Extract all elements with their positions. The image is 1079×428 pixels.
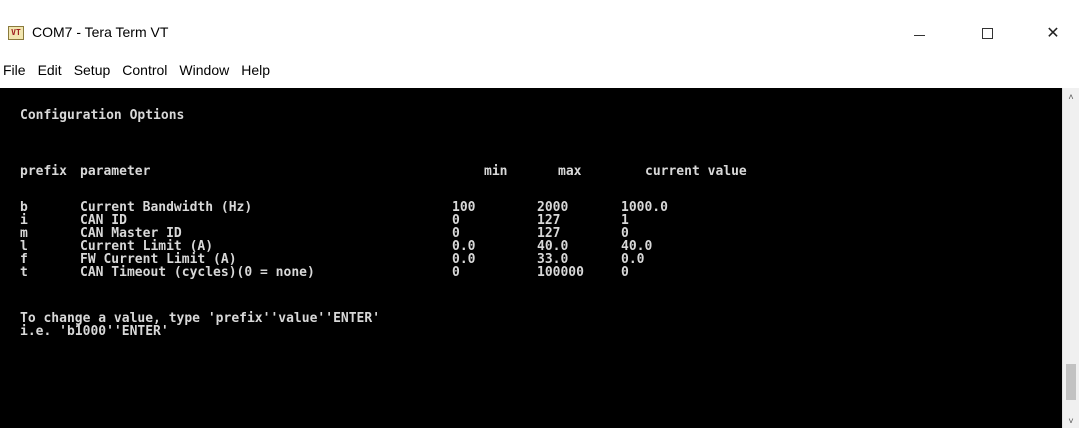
terminal-screen[interactable]: Configuration Options prefix parameter m…: [0, 88, 1062, 428]
window-title: COM7 - Tera Term VT: [32, 24, 169, 40]
menu-bar: File Edit Setup Control Window Help: [0, 58, 1079, 82]
column-header-parameter: parameter: [80, 164, 151, 179]
scroll-thumb[interactable]: [1066, 364, 1076, 400]
maximize-button[interactable]: [964, 14, 1010, 52]
menu-setup[interactable]: Setup: [68, 58, 117, 82]
terminal-heading: Configuration Options: [20, 108, 185, 123]
row-min: 0: [452, 265, 460, 280]
close-button[interactable]: ✕: [1030, 14, 1076, 52]
column-header-min: min: [484, 164, 508, 179]
row-current: 0: [621, 265, 629, 280]
menu-help[interactable]: Help: [235, 58, 276, 82]
scroll-up-arrow-icon[interactable]: ˄: [1065, 92, 1077, 102]
menu-edit[interactable]: Edit: [32, 58, 68, 82]
vertical-scrollbar[interactable]: ˄ ˅: [1062, 88, 1079, 428]
column-header-max: max: [558, 164, 582, 179]
minimize-icon: [913, 34, 925, 36]
row-max: 100000: [537, 265, 584, 280]
menu-file[interactable]: File: [0, 58, 32, 82]
title-bar: VT COM7 - Tera Term VT ✕: [0, 0, 1079, 52]
row-prefix: t: [20, 265, 28, 280]
minimize-button[interactable]: [896, 14, 942, 52]
menu-control[interactable]: Control: [116, 58, 173, 82]
menu-window[interactable]: Window: [173, 58, 235, 82]
column-header-current-value: current value: [645, 164, 747, 179]
maximize-icon: [981, 27, 993, 39]
column-header-prefix: prefix: [20, 164, 67, 179]
scroll-down-arrow-icon[interactable]: ˅: [1065, 416, 1077, 426]
instruction-example: i.e. 'b1000''ENTER': [20, 324, 169, 339]
row-parameter: CAN Timeout (cycles)(0 = none): [80, 265, 315, 280]
teraterm-app-icon[interactable]: VT: [8, 26, 24, 40]
close-icon: ✕: [1046, 25, 1060, 42]
